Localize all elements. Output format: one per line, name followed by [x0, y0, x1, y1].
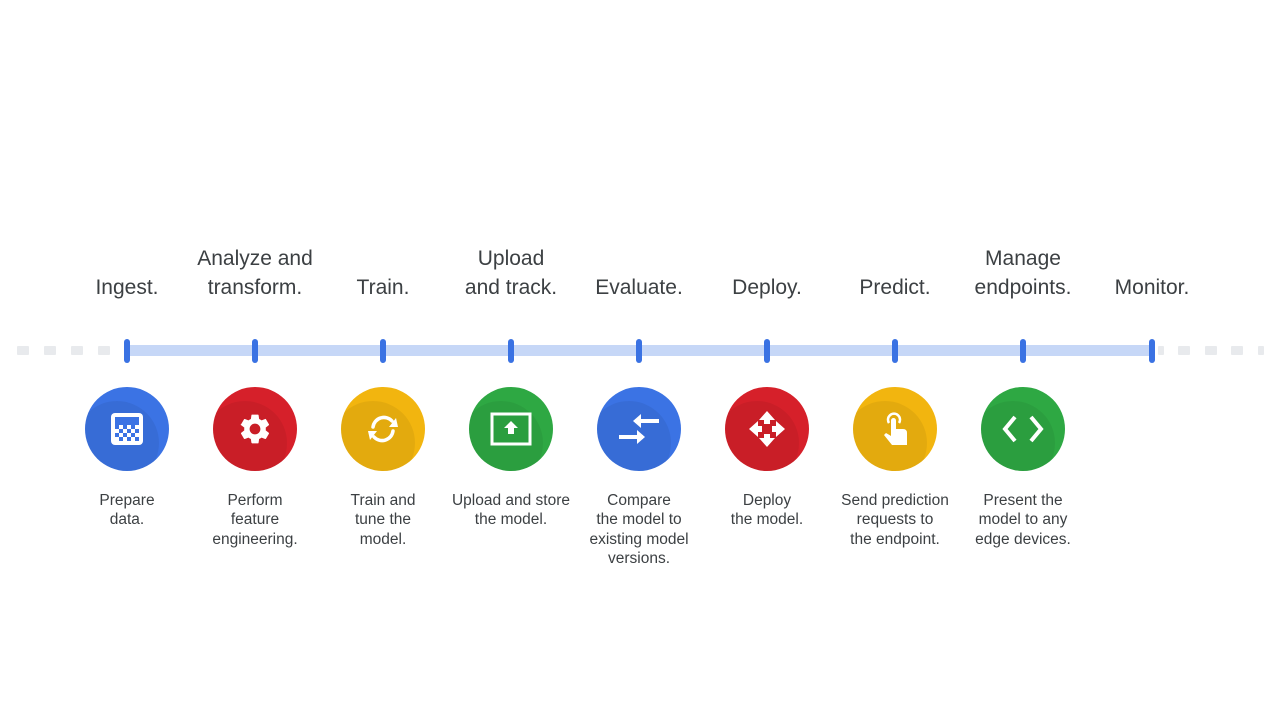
timeline-tick [124, 339, 130, 363]
timeline-tick [508, 339, 514, 363]
timeline-tick [764, 339, 770, 363]
gear-icon [240, 414, 270, 444]
timeline-dash-right [1231, 346, 1243, 355]
code-brackets-icon [1002, 415, 1044, 443]
ml-workflow-diagram: Ingest. Prepare data. Analyze and transf… [0, 0, 1280, 720]
data-grid-icon [111, 413, 143, 445]
timeline-tick [636, 339, 642, 363]
timeline-tick [892, 339, 898, 363]
compare-arrows-icon [619, 414, 659, 444]
timeline-tick [1149, 339, 1155, 363]
upload-box-icon [490, 412, 532, 446]
timeline-dash-right [1158, 346, 1164, 355]
stage-icon-circle-predict [853, 387, 937, 471]
timeline-dash-left [71, 346, 83, 355]
timeline-tick [1020, 339, 1026, 363]
timeline-dash-right [1258, 346, 1264, 355]
stage-icon-circle-manage-endpoints [981, 387, 1065, 471]
timeline-tick [380, 339, 386, 363]
stage-label-monitor: Monitor. [1114, 276, 1190, 299]
timeline-tick [252, 339, 258, 363]
stage-description-manage-endpoints: Present the model to any edge devices. [975, 492, 1071, 548]
sync-icon [368, 415, 398, 443]
timeline-dash-left [98, 346, 110, 355]
stage-icon-circle-ingest [85, 387, 169, 471]
timeline-dash-left [17, 346, 29, 355]
timeline-dash-left [44, 346, 56, 355]
timeline-dash-right [1178, 346, 1190, 355]
stage-icon-circle-evaluate [597, 387, 681, 471]
move-arrows-icon [749, 411, 785, 447]
stage-icon-circle-upload [469, 387, 553, 471]
stage-icon-circle-deploy [725, 387, 809, 471]
stage-icon-circle-analyze [213, 387, 297, 471]
stage-icon-circle-train [341, 387, 425, 471]
timeline-dash-right [1205, 346, 1217, 355]
touch-icon [884, 412, 907, 445]
